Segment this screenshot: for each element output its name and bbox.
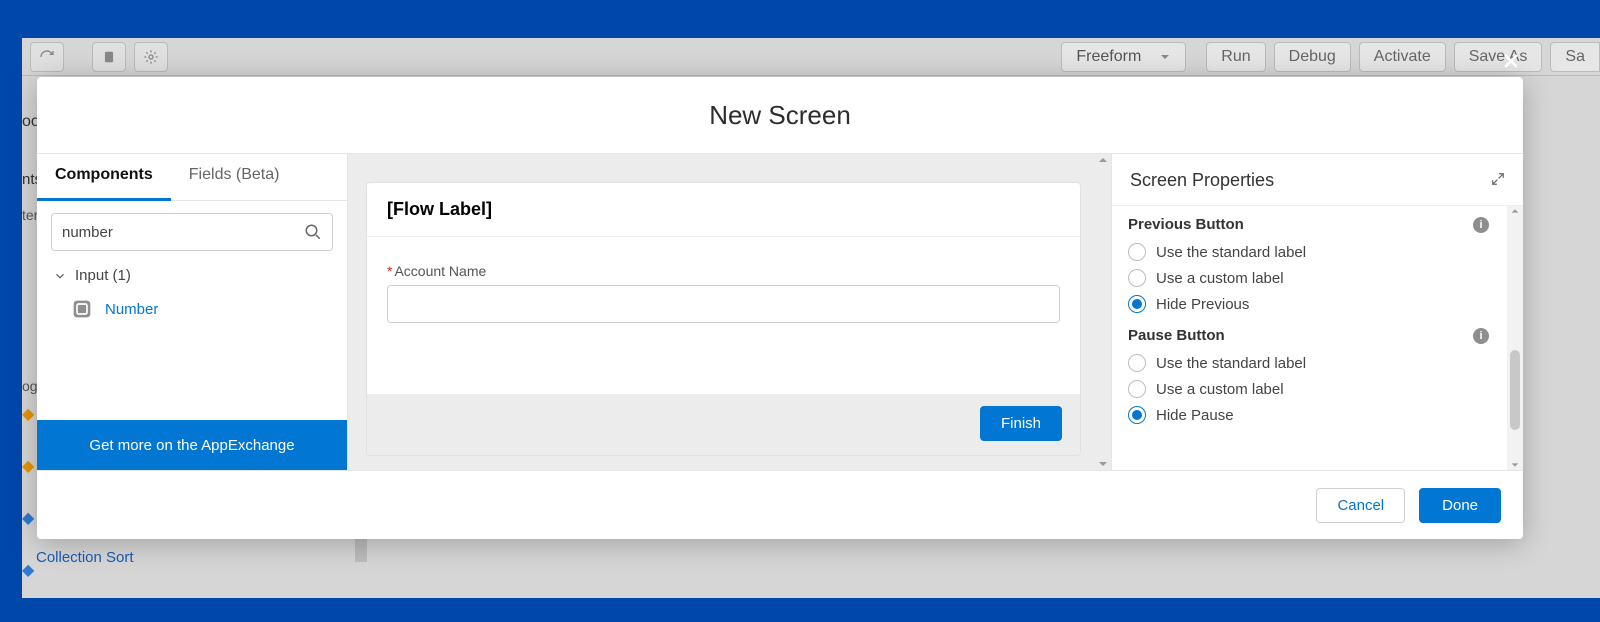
radio-label: Use a custom label [1156,381,1284,398]
info-icon[interactable]: i [1473,217,1489,233]
scroll-down-icon [1510,460,1520,470]
radio-label: Use a custom label [1156,270,1284,287]
radio-indicator [1128,406,1146,424]
radio-indicator [1128,269,1146,287]
debug-button[interactable]: Debug [1274,42,1351,72]
group-input[interactable]: Input (1) [37,259,347,292]
radio-label: Use the standard label [1156,244,1306,261]
field-label: *Account Name [387,263,1060,279]
account-name-input[interactable] [387,285,1060,323]
properties-scrollbar[interactable] [1507,206,1523,470]
screen-preview-card[interactable]: [Flow Label] *Account Name Finish [366,182,1081,456]
component-number-label: Number [105,301,158,318]
screen-canvas: [Flow Label] *Account Name Finish [348,154,1111,470]
radio-label: Use the standard label [1156,355,1306,372]
modal-close-button[interactable] [1497,47,1525,75]
radio-label: Hide Previous [1156,296,1249,313]
canvas-scrollbar[interactable] [1095,154,1111,470]
close-icon [1501,51,1521,71]
component-search[interactable] [51,213,333,251]
layout-dropdown-label: Freeform [1076,48,1141,66]
radio-option[interactable]: Use a custom label [1112,265,1523,291]
finish-button[interactable]: Finish [980,406,1062,441]
undo-button[interactable] [30,42,64,72]
group-input-label: Input (1) [75,267,131,284]
radio-option[interactable]: Hide Pause [1112,402,1523,428]
required-indicator: * [387,263,392,279]
bg-section-carets: ◆ ◆ ◆ ◆ [22,404,38,576]
radio-label: Hide Pause [1156,407,1234,424]
components-panel: Components Fields (Beta) Input (1) Numbe… [37,154,348,470]
expand-panel-button[interactable] [1491,170,1505,191]
section-title: Pause Buttoni [1112,317,1523,350]
radio-indicator [1128,295,1146,313]
chevron-down-icon [53,269,67,283]
radio-option[interactable]: Use the standard label [1112,350,1523,376]
components-tabs: Components Fields (Beta) [37,154,347,201]
scroll-down-icon [1097,458,1109,470]
component-number[interactable]: Number [37,292,347,326]
tab-fields[interactable]: Fields (Beta) [171,154,298,200]
radio-indicator [1128,243,1146,261]
radio-indicator [1128,380,1146,398]
screen-properties-panel: Screen Properties Previous Buttoni Use th… [1111,154,1523,470]
scroll-up-icon [1510,206,1520,216]
done-button[interactable]: Done [1419,488,1501,523]
search-icon [304,223,322,241]
bg-text-fragment: ter [22,207,38,223]
properties-title: Screen Properties [1130,170,1274,191]
radio-option[interactable]: Use a custom label [1112,376,1523,402]
modal-title: New Screen [37,77,1523,154]
settings-cog-button[interactable] [134,42,168,72]
info-icon[interactable]: i [1473,328,1489,344]
section-title: Previous Buttoni [1112,206,1523,239]
flow-label-header: [Flow Label] [367,183,1080,237]
save-button[interactable]: Sa [1550,42,1600,72]
new-screen-modal: New Screen Components Fields (Beta) Inpu… [37,77,1523,539]
modal-footer: Cancel Done [37,471,1523,539]
activate-button[interactable]: Activate [1359,42,1446,72]
radio-option[interactable]: Hide Previous [1112,291,1523,317]
scrollbar-thumb[interactable] [1510,350,1520,430]
cancel-button[interactable]: Cancel [1316,488,1405,523]
collection-sort-item[interactable]: Collection Sort [36,549,134,566]
scroll-up-icon [1097,154,1109,166]
radio-option[interactable]: Use the standard label [1112,239,1523,265]
radio-indicator [1128,354,1146,372]
tab-components[interactable]: Components [37,154,171,201]
app-exchange-button[interactable]: Get more on the AppExchange [37,420,347,470]
number-component-icon [71,298,93,320]
component-search-input[interactable] [62,224,304,241]
clipboard-button[interactable] [92,42,126,72]
run-button[interactable]: Run [1206,42,1265,72]
layout-dropdown[interactable]: Freeform [1061,42,1186,72]
field-label-text: Account Name [394,263,486,279]
chevron-down-icon [1159,51,1171,63]
expand-icon [1491,172,1505,186]
builder-toolbar: Freeform Run Debug Activate Save As Sa [22,38,1600,76]
